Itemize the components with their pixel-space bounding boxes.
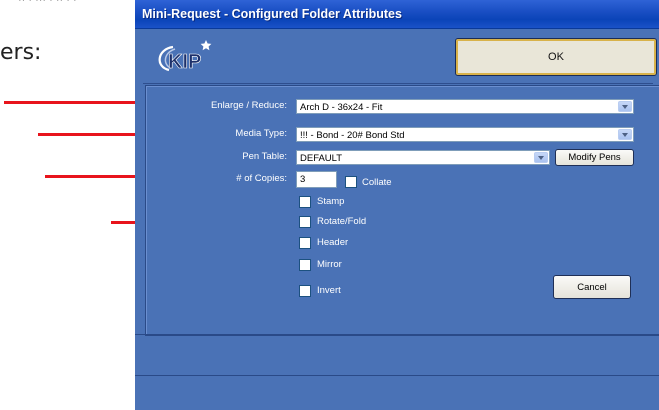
collate-checkbox[interactable]	[345, 176, 357, 188]
footer-panel	[135, 334, 659, 376]
chevron-down-icon[interactable]	[534, 152, 548, 163]
window-title: Mini-Request - Configured Folder Attribu…	[142, 7, 402, 21]
title-bar: Mini-Request - Configured Folder Attribu…	[135, 0, 659, 29]
mirror-checkbox[interactable]	[299, 259, 311, 271]
enlarge-reduce-select[interactable]: Arch D - 36x24 - Fit	[296, 99, 634, 114]
modify-pens-button[interactable]: Modify Pens	[555, 149, 634, 166]
background-label: ers:	[0, 40, 42, 65]
copies-label: # of Copies:	[236, 173, 287, 184]
kip-logo: KIP	[151, 37, 225, 77]
rotate-fold-checkbox[interactable]	[299, 216, 311, 228]
media-type-select[interactable]: !!! - Bond - 20# Bond Std	[296, 127, 634, 142]
stamp-label: Stamp	[317, 196, 345, 207]
copies-input[interactable]: 3	[296, 171, 337, 188]
enlarge-reduce-label: Enlarge / Reduce:	[210, 100, 287, 111]
media-type-label: Media Type:	[235, 128, 287, 139]
header-separator	[143, 83, 653, 84]
dialog-window: Mini-Request - Configured Folder Attribu…	[135, 0, 659, 410]
chevron-down-icon[interactable]	[618, 101, 632, 112]
rotate-fold-label: Rotate/Fold	[317, 216, 367, 227]
ok-button[interactable]: OK	[455, 38, 657, 76]
svg-text:KIP: KIP	[168, 51, 201, 73]
background-cut-text: ·· · ··· · ·· · ·	[18, 0, 77, 6]
cancel-button[interactable]: Cancel	[553, 275, 631, 299]
pen-table-label: Pen Table:	[242, 151, 287, 162]
invert-label: Invert	[317, 285, 341, 296]
enlarge-reduce-value: Arch D - 36x24 - Fit	[300, 102, 383, 113]
stamp-checkbox[interactable]	[299, 196, 311, 208]
chevron-down-icon[interactable]	[618, 129, 632, 140]
media-type-value: !!! - Bond - 20# Bond Std	[300, 130, 405, 141]
pen-table-value: DEFAULT	[300, 153, 343, 164]
header-checkbox[interactable]	[299, 237, 311, 249]
dialog-header: KIP OK	[135, 29, 659, 79]
header-label: Header	[317, 237, 349, 248]
invert-checkbox[interactable]	[299, 285, 311, 297]
mirror-label: Mirror	[317, 259, 342, 270]
pen-table-select[interactable]: DEFAULT	[296, 150, 550, 165]
collate-label: Collate	[362, 177, 392, 188]
